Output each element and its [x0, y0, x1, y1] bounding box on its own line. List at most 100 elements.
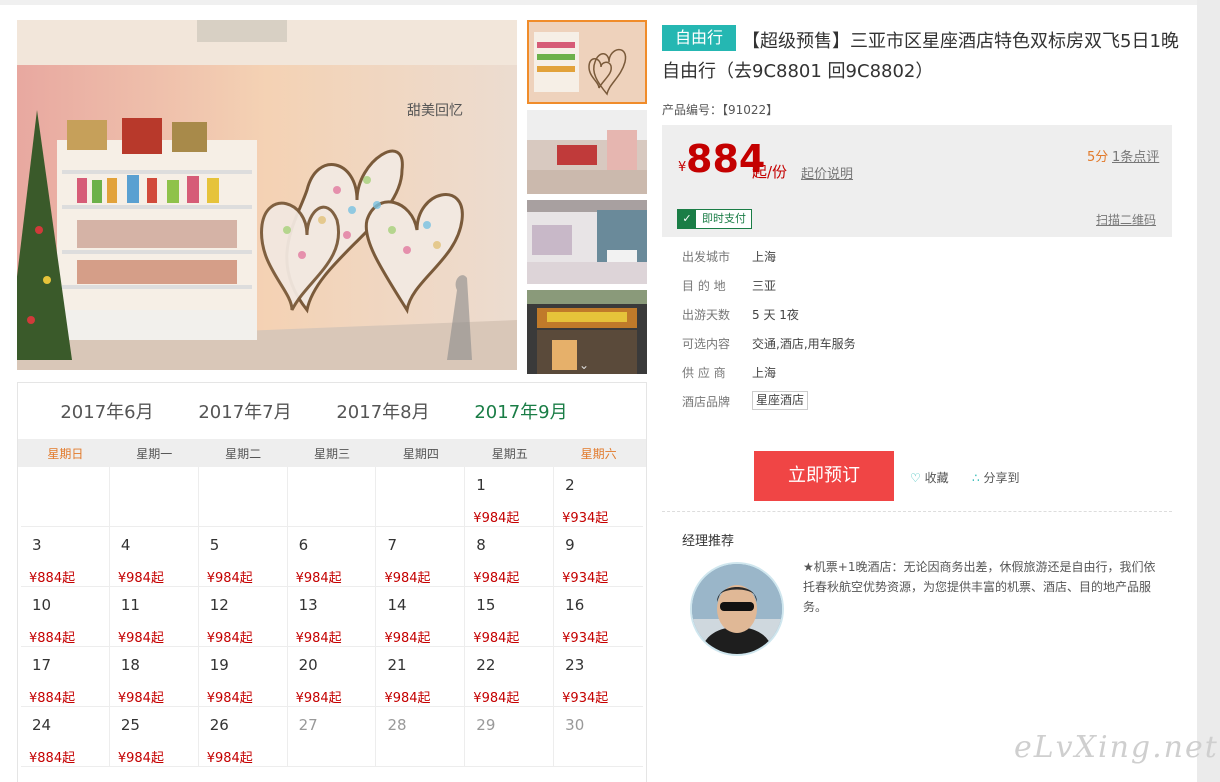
day-price: ¥984起: [473, 631, 520, 646]
thumbnail-strip: ⌄: [527, 20, 647, 380]
calendar-day-cell[interactable]: 20 ¥984起: [287, 647, 377, 707]
calendar-day-cell[interactable]: 17 ¥884起: [21, 647, 110, 707]
product-code: 产品编号：【91022】: [662, 103, 779, 117]
heart-icon: ♡: [910, 471, 921, 485]
day-number: 16: [565, 596, 585, 614]
calendar-day-cell[interactable]: 10 ¥884起: [21, 587, 110, 647]
calendar-day-cell[interactable]: 6 ¥984起: [287, 527, 377, 587]
day-price: ¥934起: [562, 511, 609, 526]
attribute-row: 供 应 商 上海: [682, 364, 856, 393]
day-price: ¥984起: [206, 751, 253, 766]
calendar-day-cell[interactable]: 25 ¥984起: [109, 707, 199, 767]
chevron-down-icon[interactable]: ⌄: [579, 358, 589, 372]
day-price: ¥884起: [29, 751, 76, 766]
calendar-day-cell[interactable]: 13 ¥984起: [287, 587, 377, 647]
tab-month-4[interactable]: 2017年9月: [452, 398, 590, 424]
attribute-row: 目 的 地 三亚: [682, 277, 856, 306]
calendar-day-cell[interactable]: 14 ¥984起: [376, 587, 466, 647]
thumbnail-4[interactable]: ⌄: [527, 290, 647, 374]
main-photo[interactable]: 甜美回忆: [17, 20, 517, 370]
day-number: 29: [476, 716, 496, 734]
day-number: 25: [120, 716, 140, 734]
day-price: ¥884起: [29, 691, 76, 706]
instant-pay-label: 即时支付: [702, 212, 746, 225]
calendar-day-cell: 28: [376, 707, 466, 767]
day-number: 4: [120, 536, 131, 554]
calendar-day-cell[interactable]: 9 ¥934起: [554, 527, 644, 587]
calendar-day-cell[interactable]: 2 ¥934起: [554, 467, 644, 527]
day-number: 7: [387, 536, 397, 554]
calendar-day-cell[interactable]: 11 ¥984起: [109, 587, 199, 647]
calendar-day-cell[interactable]: 23 ¥934起: [554, 647, 644, 707]
calendar-day-cell[interactable]: 19 ¥984起: [198, 647, 288, 707]
attribute-row: 可选内容 交通,酒店,用车服务: [682, 335, 856, 364]
tab-month-1[interactable]: 2017年6月: [38, 398, 176, 424]
reviews-link[interactable]: 1条点评: [1112, 146, 1159, 165]
day-number: 1: [476, 476, 486, 494]
thumbnail-1[interactable]: [527, 20, 647, 104]
calendar-day-cell[interactable]: 26 ¥984起: [198, 707, 288, 767]
day-price: ¥984起: [117, 571, 164, 586]
book-now-button[interactable]: 立即预订: [754, 451, 894, 501]
day-number: 15: [476, 596, 496, 614]
day-price: ¥984起: [473, 691, 520, 706]
attribute-key: 酒店品牌: [682, 395, 731, 409]
calendar-day-cell[interactable]: 21 ¥984起: [376, 647, 466, 707]
product-title: 【超级预售】三亚市区星座酒店特色双标房双飞5日1晚自由行（去9C8801 回9C…: [662, 31, 1179, 82]
day-price: ¥984起: [206, 631, 253, 646]
favorite-button[interactable]: ♡ 收藏: [910, 469, 949, 486]
calendar-day-cell[interactable]: 1 ¥984起: [465, 467, 555, 527]
attribute-row: 出游天数 5 天 1夜: [682, 306, 856, 335]
calendar-day-cell[interactable]: 24 ¥884起: [21, 707, 110, 767]
day-number: 21: [387, 656, 407, 674]
calendar-day-cell[interactable]: 15 ¥984起: [465, 587, 555, 647]
attribute-key: 可选内容: [682, 337, 731, 351]
day-number: 19: [209, 656, 229, 674]
calendar-day-cell[interactable]: 3 ¥884起: [21, 527, 110, 587]
calendar-day-cell[interactable]: 7 ¥984起: [376, 527, 466, 587]
calendar-day-cell[interactable]: 16 ¥934起: [554, 587, 644, 647]
thumbnail-2[interactable]: [527, 110, 647, 194]
day-price: ¥984起: [295, 691, 342, 706]
calendar-day-cell[interactable]: 12 ¥984起: [198, 587, 288, 647]
day-number: 8: [476, 536, 486, 554]
day-price: ¥984起: [473, 511, 520, 526]
day-number: 10: [32, 596, 52, 614]
attribute-value: 上海: [752, 366, 777, 380]
month-tabs: 2017年6月 2017年7月 2017年8月 2017年9月: [18, 383, 646, 439]
weekday-label: 星期四: [402, 446, 439, 461]
day-number: 11: [120, 596, 140, 614]
calendar-day-cell[interactable]: 18 ¥984起: [109, 647, 199, 707]
day-number: 2: [565, 476, 575, 494]
day-number: 3: [32, 536, 42, 554]
main-photo-caption: 甜美回忆: [407, 103, 463, 119]
attribute-key: 出游天数: [682, 308, 731, 322]
calendar-day-cell[interactable]: 5 ¥984起: [198, 527, 288, 587]
day-number: 23: [565, 656, 585, 674]
attribute-key: 目 的 地: [682, 279, 726, 293]
share-button[interactable]: ∴ 分享到: [972, 469, 1019, 486]
manager-recommend-text: ★机票+1晚酒店：无论因商务出差，休假旅游还是自由行，我们依托春秋航空优势资源，…: [803, 560, 1156, 614]
check-icon: ✓: [678, 210, 696, 228]
day-number: 26: [209, 716, 229, 734]
price-explain-link[interactable]: 起价说明: [801, 163, 853, 182]
tab-month-2[interactable]: 2017年7月: [176, 398, 314, 424]
calendar-week-row: 1 ¥984起 2 ¥934起: [21, 467, 644, 527]
price-calendar: 2017年6月 2017年7月 2017年8月 2017年9月 星期日 星期一 …: [17, 382, 647, 782]
weekday-label: 星期日: [47, 446, 84, 461]
day-price: ¥934起: [562, 631, 609, 646]
calendar-day-cell[interactable]: 22 ¥984起: [465, 647, 555, 707]
calendar-day-cell: [198, 467, 288, 527]
tab-month-3[interactable]: 2017年8月: [314, 398, 452, 424]
day-number: 20: [298, 656, 318, 674]
thumbnail-3[interactable]: [527, 200, 647, 284]
calendar-day-cell[interactable]: 4 ¥984起: [109, 527, 199, 587]
calendar-day-cell[interactable]: 8 ¥984起: [465, 527, 555, 587]
hotel-brand-tag[interactable]: 星座酒店: [752, 391, 809, 410]
qr-code-link[interactable]: 扫描二维码: [1096, 211, 1156, 228]
share-icon: ∴: [972, 471, 980, 485]
day-price: ¥984起: [117, 751, 164, 766]
day-number: 30: [565, 716, 585, 734]
day-number: 24: [32, 716, 52, 734]
calendar-day-cell: 27: [287, 707, 377, 767]
